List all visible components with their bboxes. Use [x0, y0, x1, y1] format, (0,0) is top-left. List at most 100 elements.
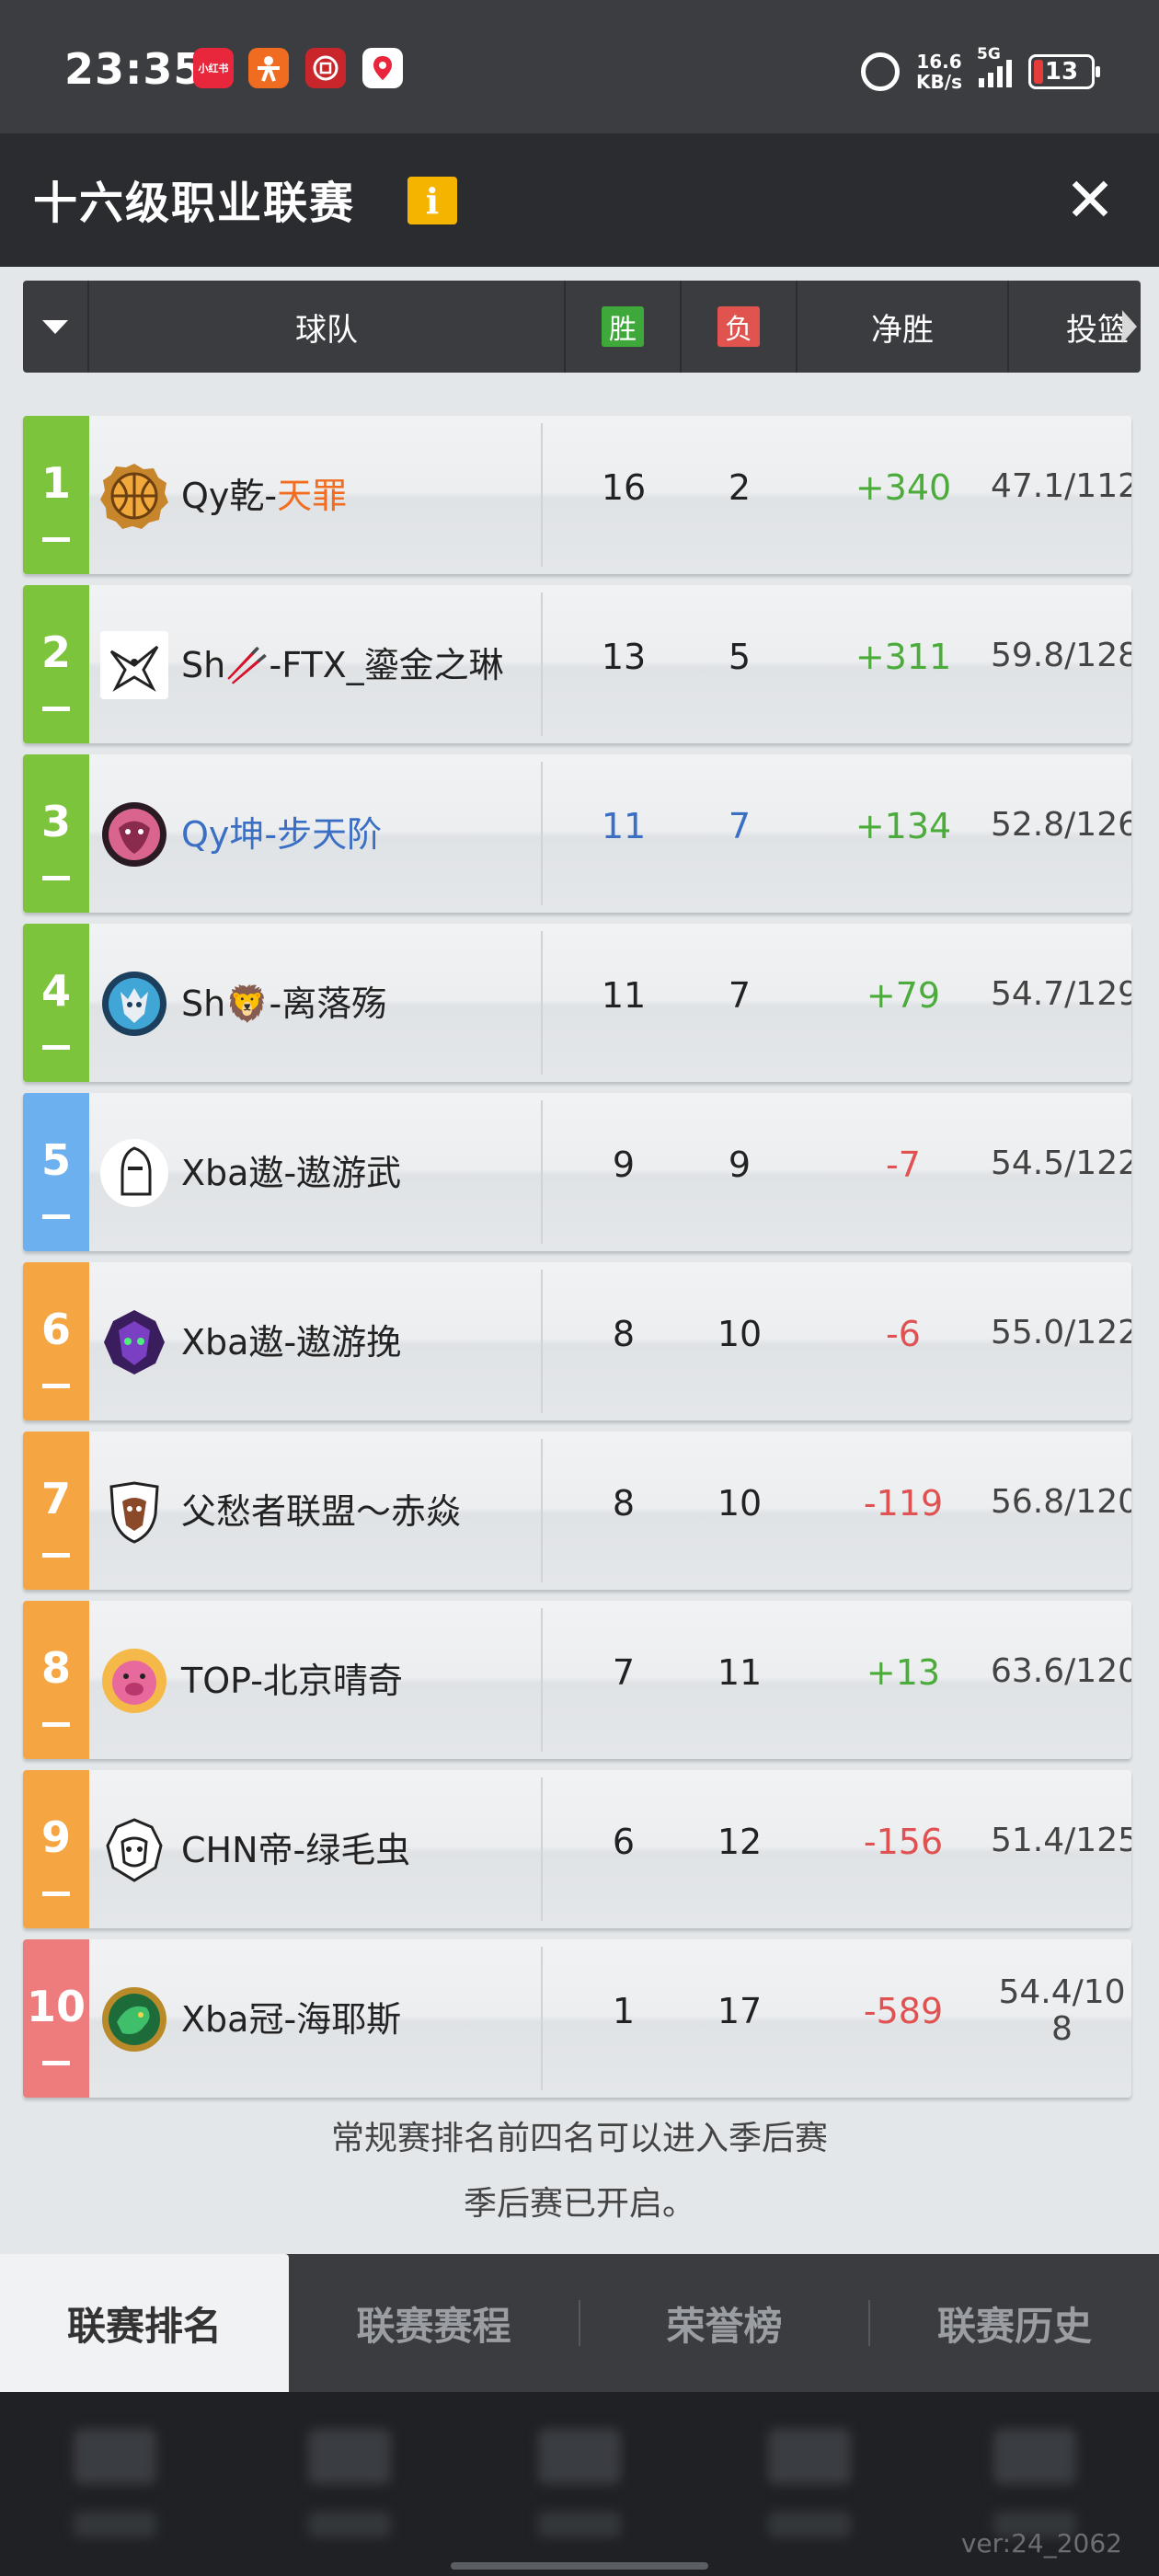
rank-cell: 10 — [23, 1939, 89, 2098]
lose-badge: 负 — [717, 306, 760, 347]
table-row[interactable]: 4 Sh🦁-离落殇 11 7 +79 54.7/129 — [23, 924, 1131, 1082]
rank-number: 3 — [40, 797, 71, 846]
rank-change-icon — [42, 1214, 70, 1219]
network-type: 5G — [977, 45, 1001, 63]
column-lose[interactable]: 负 — [682, 281, 798, 373]
eagle-badge-icon — [100, 631, 168, 699]
rank-number: 9 — [40, 1812, 71, 1862]
wins: 7 — [612, 1652, 636, 1693]
wins: 8 — [612, 1483, 636, 1524]
team-name-prefix: Xba冠-海耶斯 — [181, 1999, 402, 2040]
bank-app-icon — [305, 48, 346, 88]
wins: 13 — [601, 637, 647, 677]
beast-badge-icon — [100, 800, 168, 868]
rank-number: 8 — [40, 1643, 71, 1693]
shooting-stat: 63.6/120 — [991, 1652, 1131, 1690]
table-row[interactable]: 3 Qy坤-步天阶 11 7 +134 52.8/126 — [23, 754, 1131, 913]
table-row[interactable]: 2 Sh🥢-FTX_鎏金之琳 13 5 +311 59.8/128 — [23, 585, 1131, 743]
table-row[interactable]: 7 父愁者联盟～赤焱 8 10 -119 56.8/120 — [23, 1432, 1131, 1590]
battery-icon: 13 — [1028, 54, 1100, 89]
divider — [541, 1100, 543, 1244]
close-icon[interactable]: ✕ — [1058, 168, 1122, 233]
wins: 1 — [612, 1991, 636, 2031]
team-name-prefix: Qy乾- — [181, 476, 278, 516]
team-name: Xba冠-海耶斯 — [181, 1991, 401, 2041]
gorilla-badge-icon — [100, 1816, 168, 1884]
shooting-stat: 56.8/120 — [991, 1483, 1131, 1521]
rank-number: 5 — [40, 1135, 71, 1185]
rank-change-icon — [42, 1045, 70, 1050]
shooting-stat: 55.0/122 — [991, 1314, 1131, 1351]
table-row[interactable]: 9 CHN帝-绿毛虫 6 12 -156 51.4/125 — [23, 1770, 1131, 1928]
team-name: CHN帝-绿毛虫 — [181, 1822, 410, 1872]
losses: 5 — [728, 637, 752, 677]
team-name: Xba遨-遨游武 — [181, 1144, 401, 1195]
nav-item-icon[interactable] — [308, 2429, 391, 2484]
tab-history[interactable]: 联赛历史 — [870, 2254, 1159, 2392]
page-title: 十六级职业联赛 — [33, 178, 356, 229]
wins: 11 — [601, 975, 647, 1016]
losses: 9 — [728, 1144, 752, 1185]
wins: 9 — [612, 1144, 636, 1185]
alarm-icon — [861, 52, 901, 91]
rank-change-icon — [42, 537, 70, 542]
nav-item-icon[interactable] — [768, 2429, 851, 2484]
table-row[interactable]: 6 Xba遨-遨游挽 8 10 -6 55.0/122 — [23, 1262, 1131, 1420]
monster-badge-icon — [100, 1308, 168, 1376]
rank-change-icon — [42, 1384, 70, 1388]
losses: 2 — [728, 467, 752, 508]
table-row[interactable]: 5 Xba遨-遨游武 9 9 -7 54.5/122 — [23, 1093, 1131, 1251]
nav-item-icon[interactable] — [74, 2429, 156, 2484]
rank-cell: 5 — [23, 1093, 89, 1251]
net-points: +13 — [866, 1652, 941, 1693]
team-name-prefix: Sh🦁-离落殇 — [181, 983, 387, 1024]
nav-item-icon[interactable] — [538, 2429, 621, 2484]
losses: 10 — [717, 1314, 763, 1354]
table-row[interactable]: 8 TOP-北京晴奇 7 11 +13 63.6/120 — [23, 1601, 1131, 1759]
team-name: Sh🥢-FTX_鎏金之琳 — [181, 637, 504, 687]
nav-item-icon[interactable] — [993, 2429, 1076, 2484]
rank-cell: 1 — [23, 416, 89, 574]
map-pin-app-icon — [362, 48, 403, 88]
divider — [541, 931, 543, 1075]
rank-change-icon — [42, 1553, 70, 1558]
rank-change-icon — [42, 1892, 70, 1896]
status-bar: 23:35 小红书 16.6 KB/s 5G 13 — [0, 0, 1159, 133]
bottom-navigation: ver:24_2062 — [0, 2392, 1159, 2576]
column-win[interactable]: 胜 — [566, 281, 682, 373]
divider — [541, 423, 543, 567]
column-shot[interactable]: 投篮 — [1009, 281, 1141, 373]
rank-number: 4 — [40, 966, 71, 1016]
home-indicator[interactable] — [451, 2562, 708, 2570]
info-icon[interactable]: i — [407, 177, 457, 224]
shooting-stat: 54.5/122 — [991, 1144, 1131, 1182]
table-row[interactable]: 1 Qy乾-天罪 16 2 +340 47.1/112 — [23, 416, 1131, 574]
rank-cell: 3 — [23, 754, 89, 913]
net-points: +311 — [855, 637, 952, 677]
bull-badge-icon — [100, 1478, 168, 1546]
divider — [541, 1608, 543, 1752]
win-badge: 胜 — [602, 306, 644, 347]
column-net[interactable]: 净胜 — [798, 281, 1009, 373]
losses: 7 — [728, 975, 752, 1016]
team-name: Sh🦁-离落殇 — [181, 975, 386, 1026]
status-indicators: 16.6 KB/s 5G 13 — [861, 44, 1100, 99]
tab-standings[interactable]: 联赛排名 — [0, 2254, 289, 2392]
rank-change-icon — [42, 2061, 70, 2065]
wins: 6 — [612, 1822, 636, 1862]
sort-dropdown-button[interactable] — [23, 281, 89, 373]
rank-change-icon — [42, 1722, 70, 1727]
scroll-right-arrow-icon[interactable] — [1122, 310, 1137, 343]
tab-honors[interactable]: 荣誉榜 — [580, 2254, 868, 2392]
version-label: ver:24_2062 — [960, 2528, 1122, 2559]
net-points: -7 — [886, 1144, 921, 1185]
shooting-stat: 52.8/126 — [991, 806, 1131, 844]
rank-number: 2 — [40, 627, 71, 677]
tab-schedule[interactable]: 联赛赛程 — [289, 2254, 579, 2392]
table-row[interactable]: 10 Xba冠-海耶斯 1 17 -589 54.4/108 — [23, 1939, 1131, 2098]
net-points: -6 — [886, 1314, 921, 1354]
playoff-status-note: 季后赛已开启。 — [463, 2185, 695, 2223]
column-team[interactable]: 球队 — [89, 281, 566, 373]
bottom-tab-bar: 联赛排名 联赛赛程 荣誉榜 联赛历史 — [0, 2254, 1159, 2392]
chevron-down-icon — [42, 319, 68, 334]
